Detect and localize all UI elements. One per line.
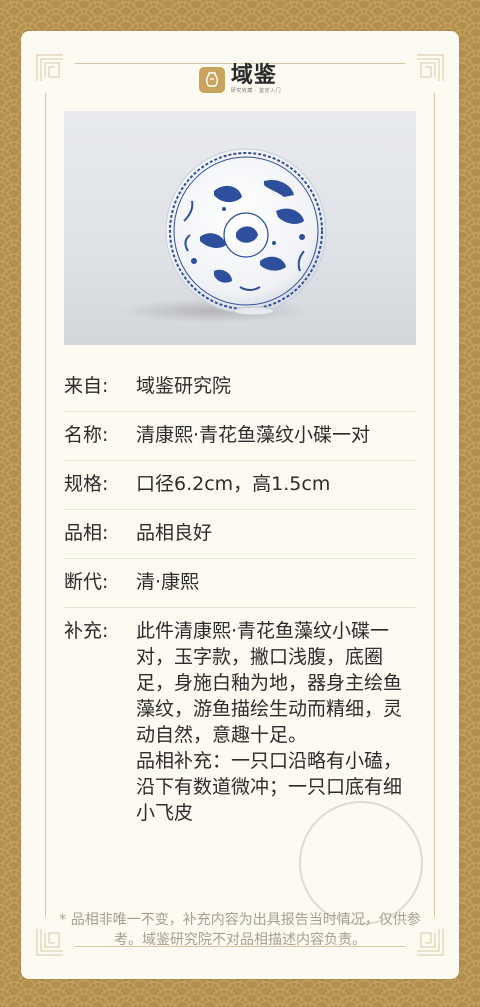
field-value: 域鉴研究院 [136,375,232,397]
porcelain-dish-image [119,148,327,323]
frame-line-left [45,93,46,917]
field-row-condition: 品相: 品相良好 [64,510,416,559]
field-row-notes: 补充: 此件清康熙·青花鱼藻纹小碟一对，玉字款，撇口浅腹，底圈足，身施白釉为地，… [64,608,416,838]
field-value: 清·康熙 [136,571,200,593]
field-value: 清康熙·青花鱼藻纹小碟一对 [136,424,371,446]
field-row-name: 名称: 清康熙·青花鱼藻纹小碟一对 [64,412,416,461]
notes-condition: 品相补充：一只口沿略有小磕，沿下有数道微冲；一只口底有细小飞皮 [136,750,403,824]
field-value: 品相良好 [136,522,213,544]
product-photo [64,111,416,345]
field-label: 断代: [64,571,109,593]
field-label: 规格: [64,473,109,495]
field-value: 此件清康熙·青花鱼藻纹小碟一对，玉字款，撇口浅腹，底圈足，身施白釉为地，器身主绘… [136,618,416,826]
field-label: 来自: [64,375,109,397]
field-value: 口径6.2cm，高1.5cm [136,473,331,495]
field-row-source: 来自: 域鉴研究院 [64,363,416,412]
notes-description: 此件清康熙·青花鱼藻纹小碟一对，玉字款，撇口浅腹，底圈足，身施白釉为地，器身主绘… [136,620,403,746]
frame-line-right [434,93,435,917]
brand-tagline: 研究收藏 · 鉴定入门 [230,88,282,94]
item-details: 来自: 域鉴研究院 名称: 清康熙·青花鱼藻纹小碟一对 规格: 口径6.2cm，… [64,363,416,838]
field-label: 品相: [64,522,109,544]
brand-logo: 域鉴 研究收藏 · 鉴定入门 [21,65,459,95]
certificate-card: 域鉴 研究收藏 · 鉴定入门 来自: 域鉴研究院 名称: 清康熙·青花鱼藻纹小碟… [21,31,459,979]
disclaimer-footnote: * 品相非唯一不变，补充内容为出具报告当时情况，仅供参考。域鉴研究院不对品相描述… [59,912,421,948]
field-row-spec: 规格: 口径6.2cm，高1.5cm [64,461,416,510]
vase-logo-icon [198,67,225,93]
brand-name: 域鉴 [230,63,277,88]
field-label: 名称: [64,424,109,446]
field-row-dating: 断代: 清·康熙 [64,559,416,608]
field-label: 补充: [64,620,109,642]
